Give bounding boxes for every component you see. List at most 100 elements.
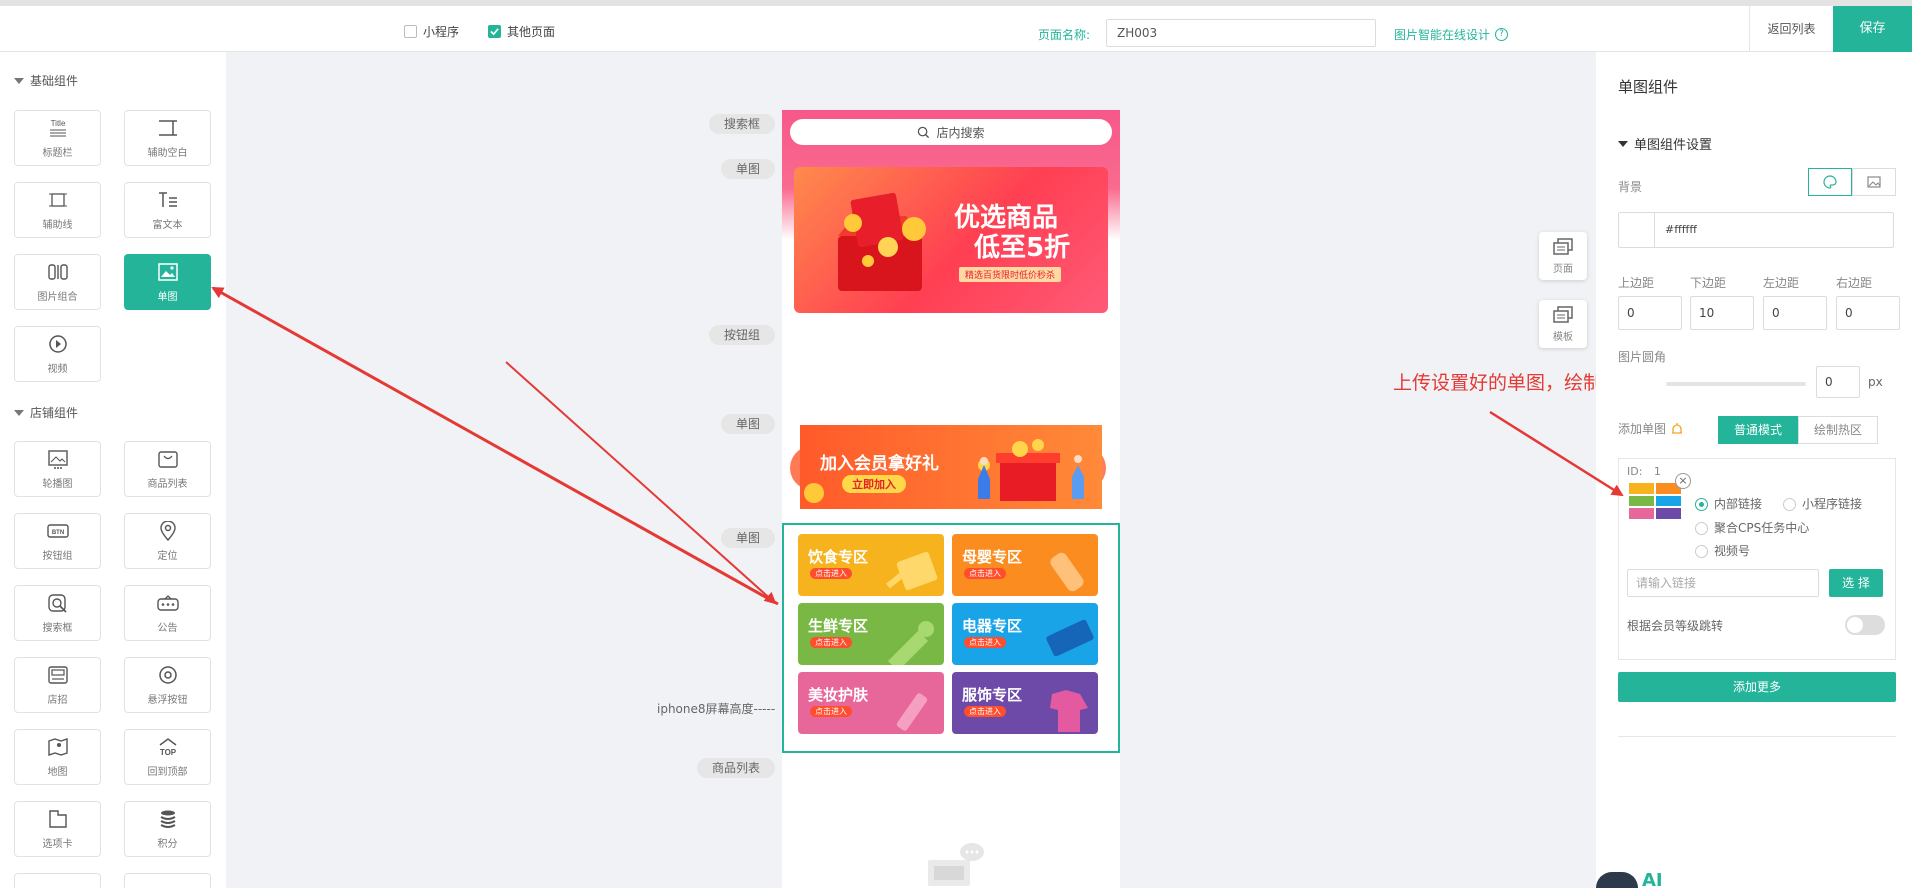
image-thumbnail[interactable] [1629,483,1681,519]
basic-components-title: 基础组件 [30,74,79,88]
component-location[interactable]: 定位 [124,513,211,569]
page-name-input[interactable]: ZH003 [1106,19,1376,47]
link-internal-option[interactable]: 内部链接 [1695,495,1762,512]
image-radius-label: 图片圆角 [1618,350,1667,364]
canvas-label-single-image[interactable]: 单图 [721,159,775,179]
component-single-image[interactable]: 单图 [124,254,211,310]
radius-slider[interactable] [1666,382,1806,386]
other-pages-checkbox[interactable]: 其他页面 [488,23,555,40]
basic-components-header[interactable]: 基础组件 [14,72,78,89]
remove-image-close-icon[interactable]: × [1675,473,1691,489]
link-input[interactable]: 请输入链接 [1627,569,1819,597]
category-zone[interactable]: 电器专区 点击进入 [952,603,1098,665]
link-cps-option[interactable]: 聚合CPS任务中心 [1695,519,1809,536]
component-image-group[interactable]: 图片组合 [14,254,101,310]
toggle-knob [1847,617,1863,633]
back-to-top-icon: TOP [159,737,176,757]
collapse-triangle-icon [1618,140,1628,147]
margin-left-input[interactable]: 0 [1763,296,1827,330]
banner-tag: 精选百货限时低价秒杀 [959,267,1062,282]
component-product-list[interactable]: 商品列表 [124,441,211,497]
component-floating-button[interactable]: 悬浮按钮 [124,657,211,713]
category-zone[interactable]: 饮食专区 点击进入 [798,534,944,596]
coin-icon [804,483,824,503]
template-button[interactable]: 模板 [1539,300,1587,348]
food-icon [886,551,938,591]
smart-design-link[interactable]: 图片智能在线设计 ? [1394,26,1509,43]
select-link-button[interactable]: 选 择 [1829,569,1883,597]
collapse-triangle-icon [14,409,24,416]
add-image-text: 添加单图 [1618,422,1667,436]
canvas-label-single-image[interactable]: 单图 [721,414,775,434]
back-to-list-button[interactable]: 返回列表 [1749,6,1833,52]
category-zone[interactable]: 生鲜专区 点击进入 [798,603,944,665]
component-button-group[interactable]: BTN 按钮组 [14,513,101,569]
link-miniprogram-option[interactable]: 小程序链接 [1783,495,1862,512]
canvas-label-search[interactable]: 搜索框 [709,114,775,134]
component-notice[interactable]: 公告 [124,585,211,641]
bg-color-mode-button[interactable] [1808,168,1852,196]
title-bar-icon: Title [49,119,66,136]
vegetable-icon [888,621,934,665]
phone-preview: 店内搜索 优选商品 低至5折 精选百货限时低价秒杀 签到 拼团 领券 [782,110,1120,888]
canvas-label-button-group[interactable]: 按钮组 [709,325,775,345]
save-button[interactable]: 保存 [1833,6,1912,52]
phone-search-bar[interactable]: 店内搜索 [790,119,1112,145]
background-color-input[interactable]: #ffffff [1618,212,1894,248]
component-rich-text[interactable]: 富文本 [124,182,211,238]
join-button[interactable]: 立即加入 [842,475,906,493]
component-video[interactable]: 视频 [14,326,101,382]
page-name-label: 页面名称: [1038,28,1091,42]
radio-checked [1695,498,1708,511]
category-zone[interactable]: 美妆护肤 点击进入 [798,672,944,734]
component-map[interactable]: 地图 [14,729,101,785]
color-swatch[interactable] [1619,213,1655,247]
margin-bottom-label: 下边距 [1690,276,1727,290]
member-jump-toggle[interactable] [1845,615,1885,635]
normal-mode-button[interactable]: 普通模式 [1718,416,1798,444]
bg-image-mode-button[interactable] [1852,168,1896,196]
component-carousel[interactable]: 轮播图 [14,441,101,497]
component-back-to-top[interactable]: TOP 回到顶部 [124,729,211,785]
category-zone[interactable]: 服饰专区 点击进入 [952,672,1098,734]
zone-tag: 点击进入 [810,568,852,579]
shop-components-title: 店铺组件 [30,406,79,420]
margin-bottom-input[interactable]: 10 [1690,296,1754,330]
link-internal-label: 内部链接 [1714,497,1763,511]
component-divider[interactable]: 辅助线 [14,182,101,238]
component-label: 定位 [157,550,178,562]
margin-top-input[interactable]: 0 [1618,296,1682,330]
remote-control-icon [1046,619,1094,657]
color-value: #ffffff [1665,223,1697,236]
hotspot-mode-button[interactable]: 绘制热区 [1798,416,1878,444]
component-tabs[interactable]: 选项卡 [14,801,101,857]
avatar[interactable] [1596,872,1638,888]
category-zone[interactable]: 母婴专区 点击进入 [952,534,1098,596]
promo-banner[interactable]: 优选商品 低至5折 精选百货限时低价秒杀 [794,167,1108,313]
help-icon[interactable]: ? [1495,28,1509,41]
id-value: 1 [1653,465,1661,478]
component-blank-space[interactable]: 辅助空白 [124,110,211,166]
link-video-option[interactable]: 视频号 [1695,542,1750,559]
component-title-bar[interactable]: Title 标题栏 [14,110,101,166]
member-jump-label: 根据会员等级跳转 [1627,619,1724,633]
member-banner[interactable]: 加入会员拿好礼 立即加入 [800,425,1102,509]
component-more-1[interactable] [14,873,101,888]
add-more-button[interactable]: 添加更多 [1618,672,1896,702]
zone-title: 服饰专区 [962,686,1023,704]
canvas-label-product-list[interactable]: 商品列表 [697,758,775,778]
zone-title: 美妆护肤 [808,686,869,704]
page-settings-button[interactable]: 页面 [1539,232,1587,280]
canvas-label-single-image[interactable]: 单图 [721,528,775,548]
component-shop-sign[interactable]: 店招 [14,657,101,713]
settings-section-header[interactable]: 单图组件设置 [1618,134,1712,153]
red-envelope-gift-icon [838,192,926,291]
component-more-2[interactable] [124,873,211,888]
miniprogram-checkbox[interactable]: 小程序 [404,23,459,40]
component-points[interactable]: 积分 [124,801,211,857]
radius-input[interactable]: 0 [1816,366,1860,398]
component-search-box[interactable]: 搜索框 [14,585,101,641]
margin-right-input[interactable]: 0 [1836,296,1900,330]
zone-title: 饮食专区 [808,548,869,566]
shop-components-header[interactable]: 店铺组件 [14,404,78,421]
